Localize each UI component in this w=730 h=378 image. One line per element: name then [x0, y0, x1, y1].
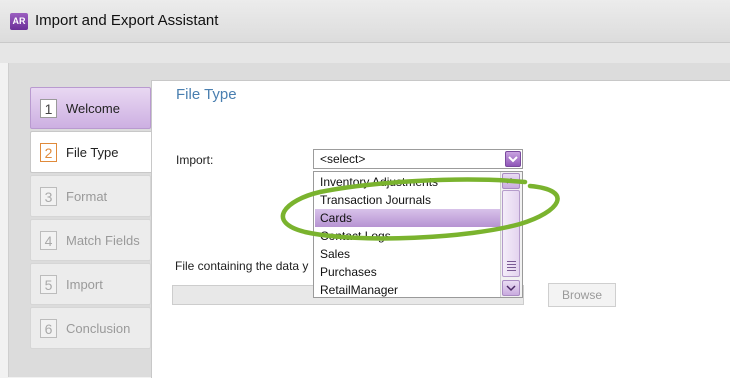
step-label: Format — [66, 189, 108, 204]
step-welcome[interactable]: 1 Welcome — [30, 87, 151, 129]
header-strip — [0, 43, 730, 63]
step-label: File Type — [66, 145, 119, 160]
import-type-dropdown-list: Inventory Adjustments Transaction Journa… — [313, 171, 523, 298]
window-title: Import and Export Assistant — [35, 12, 219, 29]
browse-button[interactable]: Browse — [548, 283, 616, 307]
import-type-select[interactable]: <select> — [313, 149, 523, 169]
import-label: Import: — [176, 153, 214, 167]
file-label: File containing the data y — [175, 259, 309, 273]
dropdown-option[interactable]: Contact Logs — [315, 227, 501, 245]
step-number: 6 — [40, 319, 57, 338]
dropdown-option[interactable]: Sales — [315, 245, 501, 263]
scroll-down-icon[interactable] — [502, 280, 520, 296]
dropdown-option[interactable]: Transaction Journals — [315, 191, 501, 209]
step-conclusion: 6 Conclusion — [30, 307, 151, 349]
step-label: Welcome — [66, 101, 120, 116]
step-number: 2 — [40, 143, 57, 162]
step-match-fields: 4 Match Fields — [30, 219, 151, 261]
step-number: 5 — [40, 275, 57, 294]
step-format: 3 Format — [30, 175, 151, 217]
app-logo-icon: AR — [10, 13, 28, 30]
dropdown-scrollbar[interactable] — [500, 172, 522, 297]
step-label: Import — [66, 277, 103, 292]
step-number: 4 — [40, 231, 57, 250]
dropdown-option[interactable]: Purchases — [315, 263, 501, 281]
title-bar: AR Import and Export Assistant — [0, 0, 730, 43]
step-number: 1 — [40, 99, 57, 118]
scroll-up-icon[interactable] — [502, 173, 520, 189]
dropdown-option-selected[interactable]: Cards — [315, 209, 501, 227]
step-label: Conclusion — [66, 321, 131, 336]
select-value: <select> — [320, 152, 366, 166]
chevron-down-icon[interactable] — [505, 151, 521, 167]
step-import: 5 Import — [30, 263, 151, 305]
grip-icon — [507, 261, 516, 273]
scrollbar-thumb[interactable] — [502, 190, 520, 277]
dropdown-option[interactable]: Inventory Adjustments — [315, 173, 501, 189]
step-label: Match Fields — [66, 233, 140, 248]
page-title: File Type — [176, 86, 237, 103]
step-file-type[interactable]: 2 File Type — [30, 131, 153, 173]
dropdown-option[interactable]: RetailManager — [315, 281, 501, 297]
step-number: 3 — [40, 187, 57, 206]
